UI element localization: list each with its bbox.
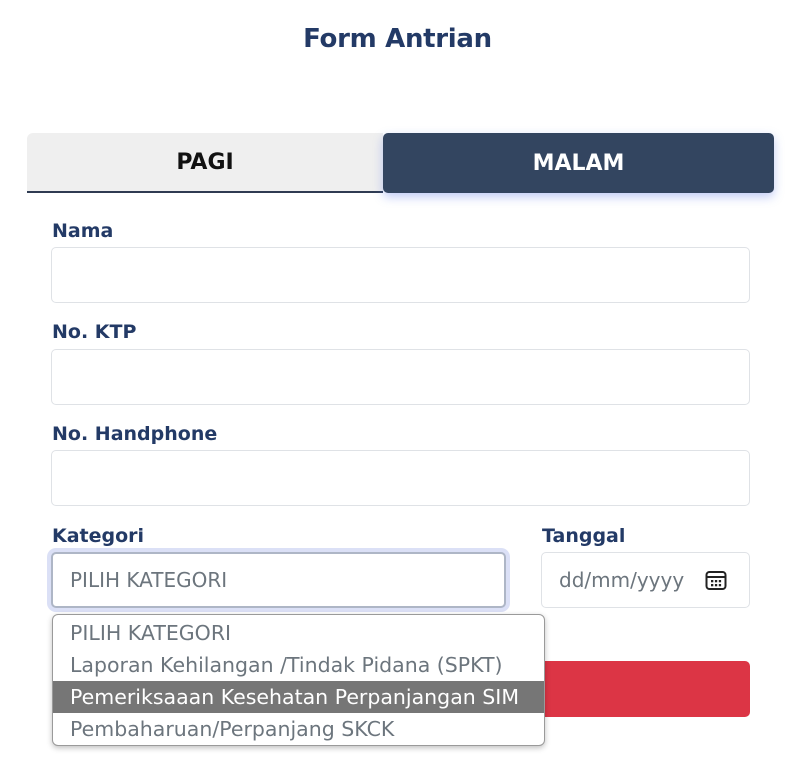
ktp-field[interactable] — [51, 349, 750, 405]
shift-tabs: PAGI MALAM — [27, 133, 774, 193]
kategori-select[interactable]: PILIH KATEGORI — [51, 552, 506, 608]
nama-label: Nama — [52, 220, 114, 242]
handphone-label: No. Handphone — [52, 423, 218, 445]
tab-pagi[interactable]: PAGI — [27, 133, 383, 193]
dropdown-option-skck[interactable]: Pembaharuan/Perpanjang SKCK — [53, 713, 544, 745]
kategori-dropdown-list: PILIH KATEGORI Laporan Kehilangan /Tinda… — [52, 614, 545, 746]
page-title: Form Antrian — [303, 24, 492, 54]
tanggal-placeholder: dd/mm/yyyy — [559, 568, 685, 592]
dropdown-option-pilih-kategori[interactable]: PILIH KATEGORI — [53, 617, 544, 649]
kategori-label: Kategori — [52, 525, 145, 547]
submit-button[interactable] — [540, 661, 750, 717]
kategori-selected-value: PILIH KATEGORI — [70, 568, 228, 592]
tanggal-label: Tanggal — [542, 525, 626, 547]
handphone-field[interactable] — [51, 450, 750, 506]
calendar-icon[interactable] — [705, 569, 727, 591]
ktp-label: No. KTP — [52, 321, 137, 343]
tab-malam[interactable]: MALAM — [383, 133, 774, 193]
dropdown-option-spkt[interactable]: Laporan Kehilangan /Tindak Pidana (SPKT) — [53, 649, 544, 681]
tanggal-field[interactable]: dd/mm/yyyy — [541, 552, 750, 608]
dropdown-option-sim[interactable]: Pemeriksaaan Kesehatan Perpanjangan SIM — [53, 681, 544, 713]
nama-field[interactable] — [51, 247, 750, 303]
